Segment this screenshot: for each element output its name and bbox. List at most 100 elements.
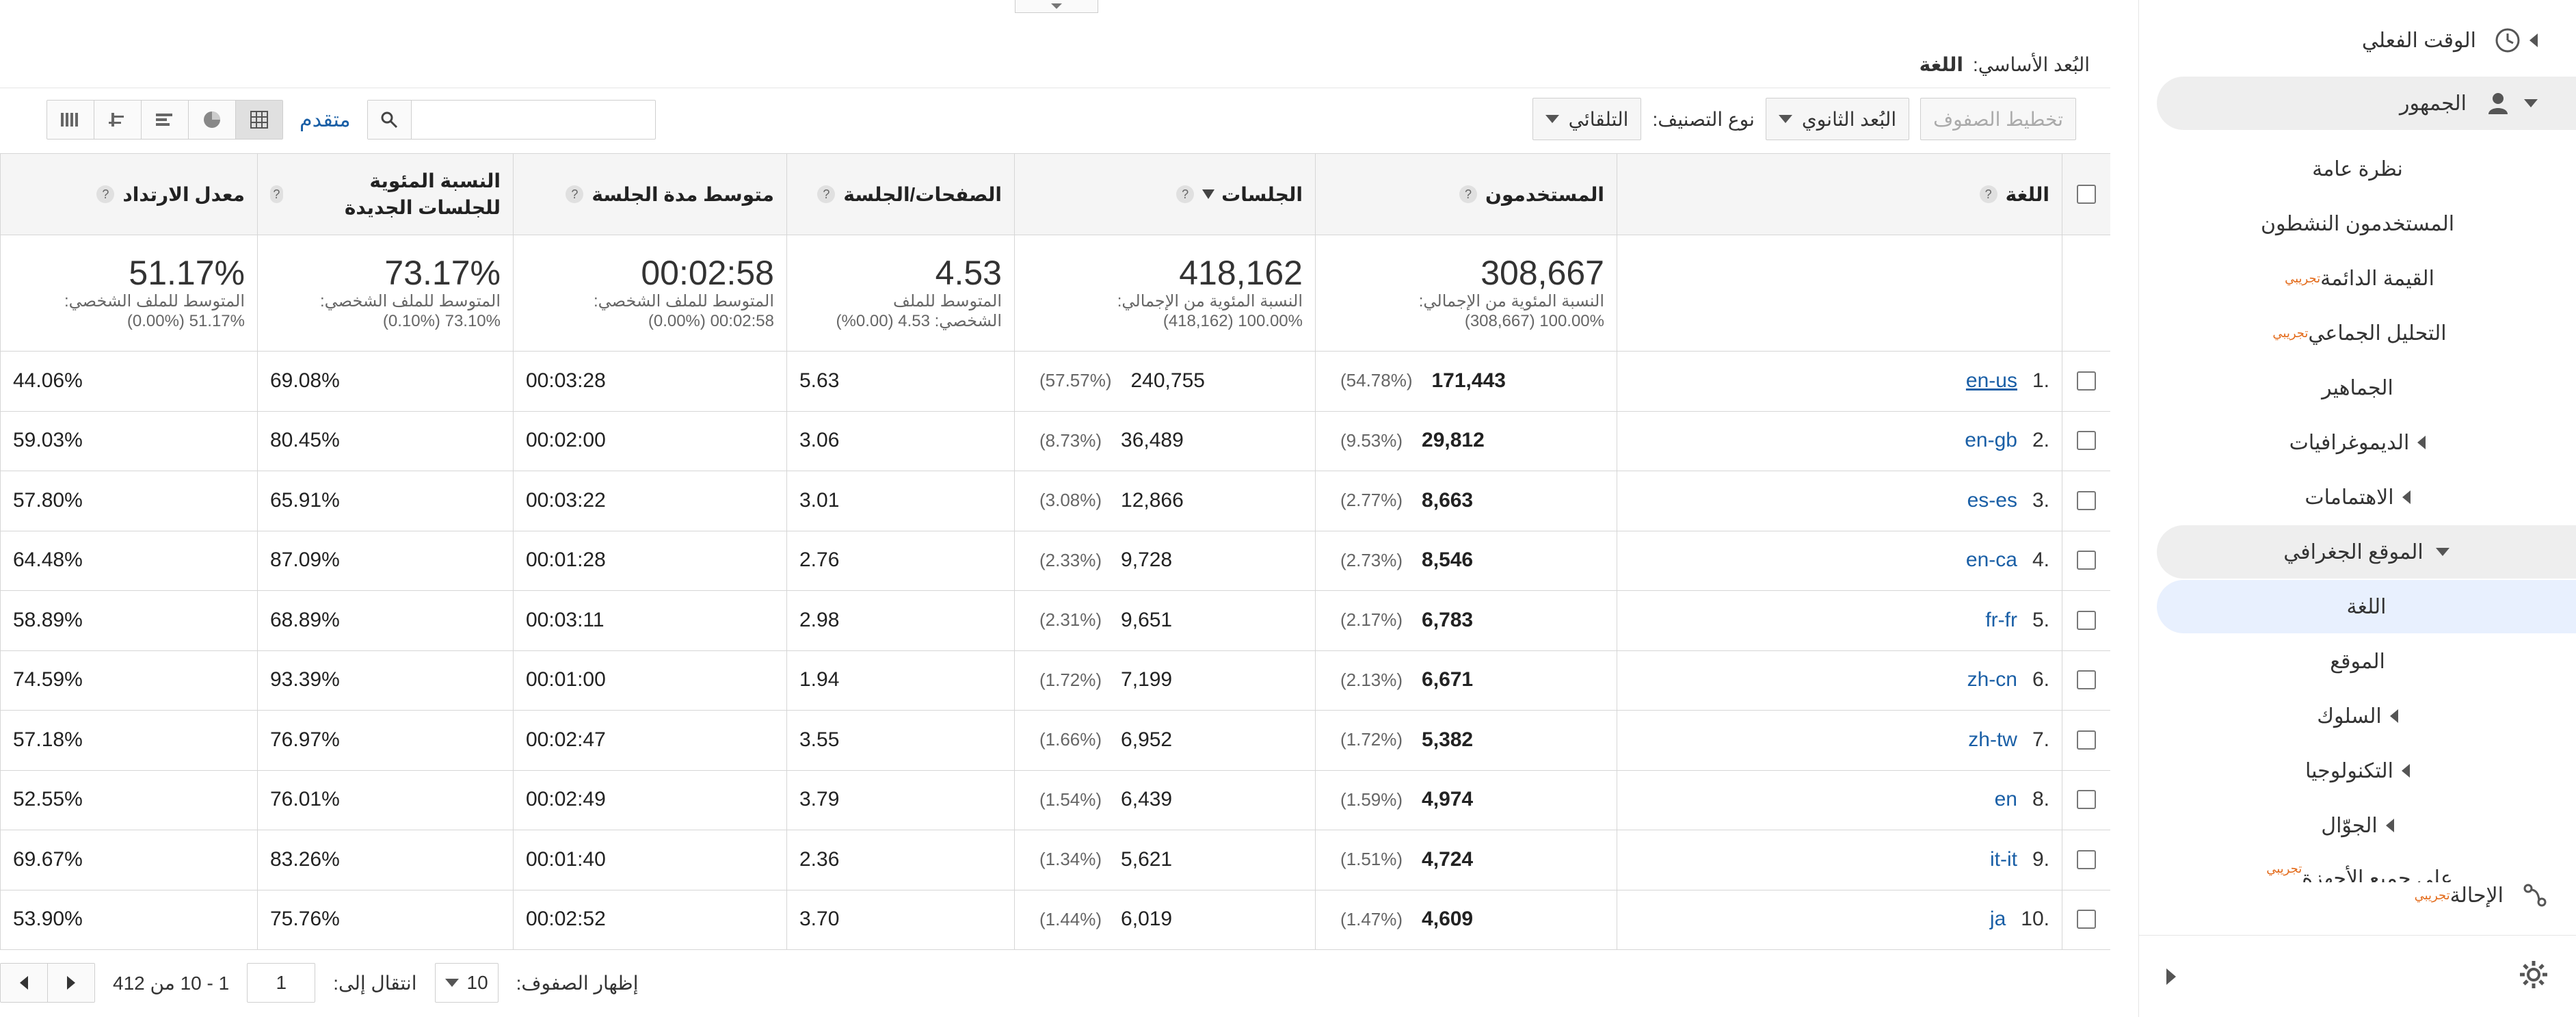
language-link[interactable]: zh-tw [1968, 728, 2017, 752]
view-table-button[interactable] [236, 101, 282, 139]
language-link[interactable]: fr-fr [1985, 609, 2017, 632]
row-checkbox[interactable] [2077, 551, 2096, 570]
chevron-down-icon [444, 979, 459, 987]
chevron-left-icon [2529, 34, 2538, 47]
view-pivot-button[interactable] [47, 101, 94, 139]
row-checkbox[interactable] [2077, 849, 2096, 869]
search-input[interactable] [411, 101, 655, 138]
plot-rows-label: تخطيط الصفوف [1933, 108, 2063, 130]
view-performance-button[interactable] [142, 101, 189, 139]
gear-icon[interactable] [2519, 960, 2549, 993]
rows-per-page-select[interactable]: 10 [434, 963, 499, 1003]
sidebar-subitem[interactable]: الموقع [2157, 635, 2558, 688]
sessions-value: 7,199 [1121, 668, 1173, 691]
language-link[interactable]: zh-cn [1967, 668, 2017, 691]
row-checkbox[interactable] [2077, 490, 2096, 510]
row-checkbox[interactable] [2077, 371, 2096, 391]
plot-rows-button[interactable]: تخطيط الصفوف [1920, 98, 2076, 140]
sort-type-label: نوع التصنيف: [1652, 108, 1755, 130]
search-button[interactable] [367, 101, 412, 139]
row-checkbox[interactable] [2077, 670, 2096, 690]
row-checkbox[interactable] [2077, 730, 2096, 750]
column-header-users[interactable]: المستخدمون? [1315, 154, 1617, 235]
language-link[interactable]: en-ca [1966, 549, 2017, 572]
language-link[interactable]: en-us [1966, 369, 2017, 393]
sidebar-item-audience[interactable]: الجمهور [2157, 77, 2576, 130]
users-percent: (1.59%) [1340, 789, 1403, 810]
column-header-pps[interactable]: الصفحات/الجلسة? [786, 154, 1014, 235]
collapse-toggle[interactable] [1015, 0, 1098, 13]
sidebar-subitem[interactable]: الموقع الجغرافي [2157, 525, 2576, 579]
users-value: 6,671 [1422, 668, 1474, 691]
secondary-dimension-dropdown[interactable]: البُعد الثانوي [1765, 98, 1910, 140]
sort-type-dropdown[interactable]: التلقائي [1532, 98, 1642, 140]
previous-page-button[interactable] [1, 964, 48, 1002]
sort-descending-icon[interactable] [1202, 189, 1215, 199]
cell-sessions: (57.57%) 240,755 [1014, 351, 1315, 411]
cell-check [2062, 889, 2110, 949]
expand-sidebar-button[interactable] [2166, 968, 2176, 985]
sidebar-item-label: الوقت الفعلي [2361, 29, 2476, 52]
row-checkbox[interactable] [2077, 431, 2096, 451]
next-page-button[interactable] [48, 964, 94, 1002]
row-checkbox[interactable] [2077, 790, 2096, 810]
sidebar-subitem[interactable]: الديموغرافيات [2157, 416, 2558, 469]
help-icon[interactable]: ? [1176, 185, 1195, 203]
help-icon[interactable]: ? [1979, 185, 1997, 203]
cell-check [2062, 351, 2110, 411]
help-icon[interactable]: ? [566, 185, 584, 203]
column-header-dur[interactable]: متوسط مدة الجلسة? [513, 154, 786, 235]
metric-value: 1.94 [799, 668, 840, 691]
goto-page-input[interactable]: 1 [247, 963, 316, 1003]
view-comparison-button[interactable] [94, 101, 142, 139]
sidebar-item-label: السلوك [2317, 704, 2382, 728]
sidebar-subitem[interactable]: نظرة عامة [2157, 142, 2558, 196]
sessions-value: 240,755 [1130, 369, 1205, 392]
sidebar: الوقت الفعلي الجمهور نظرة عامة المستخدمون… [2138, 0, 2576, 1017]
help-icon[interactable]: ? [817, 185, 836, 203]
language-link[interactable]: it-it [1990, 848, 2017, 871]
sidebar-subitem[interactable]: القيمة الدائمة تجريبي [2157, 252, 2558, 305]
language-link[interactable]: es-es [1967, 489, 2017, 512]
total-caption: 51.17% (0.00%) [127, 311, 245, 330]
metric-value: 76.01% [270, 788, 340, 811]
help-icon[interactable]: ? [270, 185, 283, 203]
language-link[interactable]: en-gb [1965, 429, 2017, 452]
cell-new: 87.09% [257, 530, 513, 590]
metric-value: 00:01:00 [526, 668, 606, 691]
cell-bounce: 58.89% [0, 590, 257, 650]
language-link[interactable]: ja [1990, 908, 2006, 931]
total-cell-pps: 4.53 المتوسط للملف الشخصي: 4.53 (0.00%) [786, 235, 1014, 351]
pagination: إظهار الصفوف: 10 انتقال إلى: 1 1 - 10 من… [0, 949, 2110, 1017]
cell-pps: 3.01 [786, 471, 1014, 531]
sidebar-item-acquisition[interactable]: الإحالة تجريبي [2166, 869, 2549, 922]
advanced-link[interactable]: متقدم [300, 108, 351, 132]
table-grid-icon [250, 111, 268, 129]
sidebar-subitem[interactable]: التحليل الجماعي تجريبي [2157, 306, 2558, 360]
row-checkbox[interactable] [2077, 910, 2096, 929]
sidebar-item-realtime[interactable]: الوقت الفعلي [2139, 14, 2576, 67]
language-link[interactable]: en [1995, 788, 2017, 811]
column-header-sessions[interactable]: الجلسات? [1014, 154, 1315, 235]
sidebar-subitem[interactable]: الاهتمامات [2157, 471, 2558, 524]
help-icon[interactable]: ? [96, 185, 115, 203]
total-value: 51.17% [129, 253, 245, 292]
select-all-checkbox[interactable] [2077, 185, 2096, 204]
cell-new: 76.01% [257, 769, 513, 830]
column-header-new[interactable]: النسبة المئوية للجلسات الجديدة? [257, 154, 513, 235]
help-icon[interactable]: ? [1459, 185, 1478, 203]
sidebar-subitem[interactable]: المستخدمون النشطون [2157, 197, 2558, 250]
sidebar-subitem[interactable]: الجماهير [2157, 361, 2558, 414]
metric-value: 93.39% [270, 668, 340, 691]
view-pie-button[interactable] [189, 101, 236, 139]
sidebar-subitem[interactable]: اللغة [2157, 580, 2576, 633]
cell-users: (2.77%) 8,663 [1315, 471, 1617, 531]
sidebar-subitem[interactable]: الجوّال [2157, 799, 2558, 852]
sidebar-subitem[interactable]: التكنولوجيا [2157, 744, 2558, 797]
column-header-bounce[interactable]: معدل الارتداد? [0, 154, 257, 235]
sidebar-subitem[interactable]: السلوك [2157, 689, 2558, 743]
sidebar-item-label: نظرة عامة [2312, 157, 2403, 181]
row-checkbox[interactable] [2077, 610, 2096, 630]
column-header-lang[interactable]: اللغة? [1617, 154, 2062, 235]
cell-sessions: (3.08%) 12,866 [1014, 471, 1315, 531]
